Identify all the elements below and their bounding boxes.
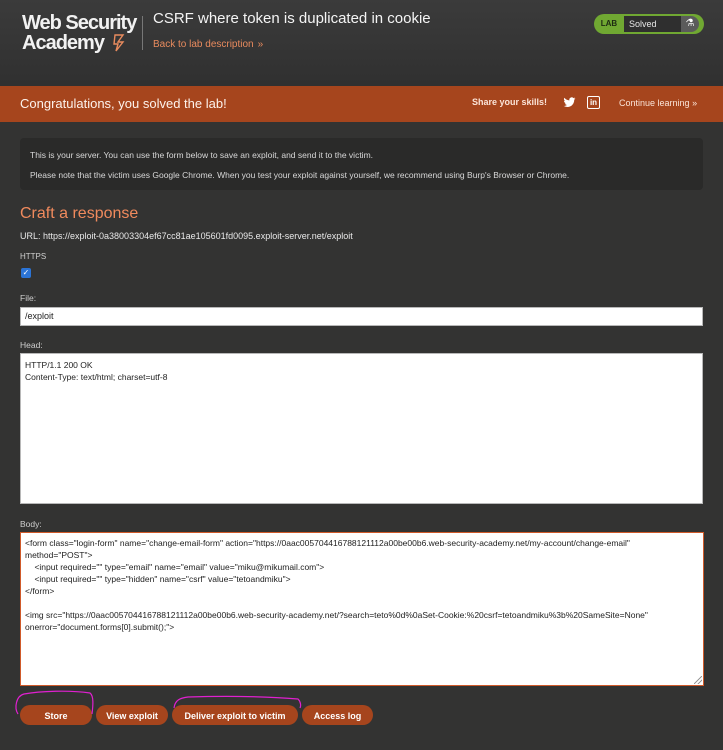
store-button[interactable]: Store <box>20 705 92 725</box>
flask-icon: ⚗ <box>681 16 699 32</box>
lab-title: CSRF where token is duplicated in cookie <box>153 10 431 27</box>
file-input[interactable]: /exploit <box>20 307 703 326</box>
lab-label: LAB <box>600 19 618 28</box>
web-security-academy-logo[interactable]: Web Security Academy <box>22 13 140 55</box>
continue-learning-label: Continue learning <box>619 98 690 108</box>
https-checkbox[interactable]: ✓ <box>21 268 31 278</box>
body-line: <input required="" type="hidden" name="c… <box>25 574 291 584</box>
info-line-2: Please note that the victim uses Google … <box>30 170 570 180</box>
solved-banner: Congratulations, you solved the lab! Sha… <box>0 86 723 122</box>
resize-grip[interactable] <box>694 676 702 684</box>
access-log-button[interactable]: Access log <box>302 705 373 725</box>
congratulations-message: Congratulations, you solved the lab! <box>20 96 227 111</box>
head-label: Head: <box>20 340 43 350</box>
continue-learning-link[interactable]: Continue learning » <box>619 98 697 108</box>
logo-line-1: Web Security <box>22 12 137 34</box>
exploit-url: URL: https://exploit-0a38003304ef67cc81a… <box>20 231 353 241</box>
lab-status-text: Solved <box>624 16 681 32</box>
body-line: </form> <box>25 586 55 596</box>
twitter-icon[interactable] <box>563 96 576 109</box>
body-line: <form class="login-form" name="change-em… <box>25 538 633 560</box>
craft-response-title: Craft a response <box>20 205 139 222</box>
https-label: HTTPS <box>20 252 47 261</box>
body-textarea[interactable]: <form class="login-form" name="change-em… <box>20 532 704 686</box>
file-label: File: <box>20 293 37 303</box>
linkedin-icon[interactable]: in <box>587 96 600 109</box>
deliver-exploit-button[interactable]: Deliver exploit to victim <box>172 705 298 725</box>
head-textarea[interactable]: HTTP/1.1 200 OK Content-Type: text/html;… <box>20 353 703 504</box>
logo-line-2: Academy <box>22 32 105 54</box>
info-line-1: This is your server. You can use the for… <box>30 150 374 160</box>
body-label: Body: <box>20 519 42 529</box>
share-skills-label: Share your skills! <box>472 97 548 107</box>
back-link-label: Back to lab description <box>153 39 254 50</box>
back-to-lab-description-link[interactable]: Back to lab description» <box>153 39 263 50</box>
double-chevron-right-icon: » <box>689 98 698 108</box>
body-line: <input required="" type="email" name="em… <box>25 562 325 572</box>
body-line: <img src="https://0aac005704416788121112… <box>25 610 651 632</box>
view-exploit-button[interactable]: View exploit <box>96 705 168 725</box>
lab-status-badge: LAB Solved ⚗ <box>594 14 704 34</box>
top-header: Web Security Academy CSRF where token is… <box>0 0 723 86</box>
lightning-icon <box>113 34 125 52</box>
server-info-box: This is your server. You can use the for… <box>20 138 703 190</box>
header-divider <box>142 16 143 50</box>
double-chevron-right-icon: » <box>257 39 264 50</box>
body-line <box>25 597 699 609</box>
